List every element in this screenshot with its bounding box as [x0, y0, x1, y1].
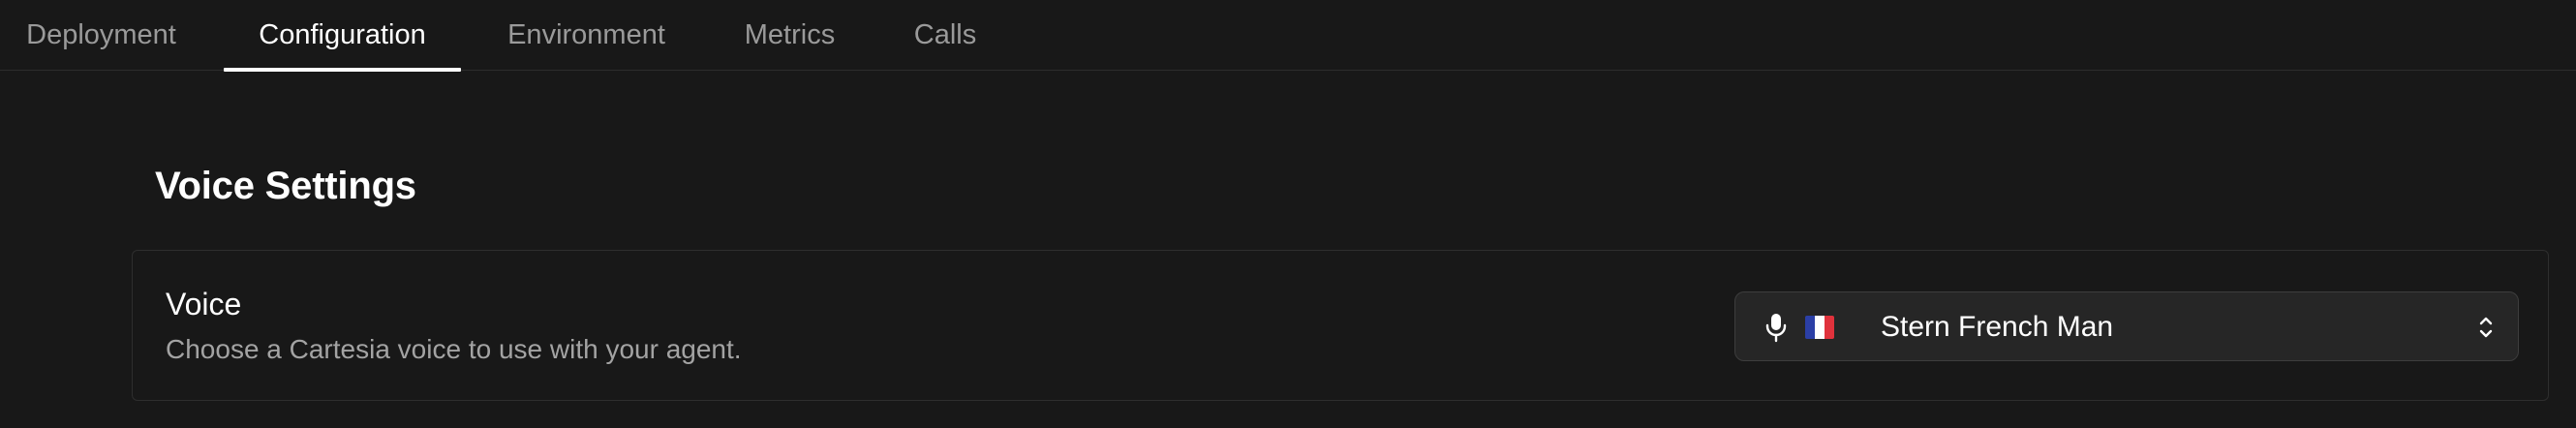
page: Deployment Configuration Environment Met… — [0, 0, 2576, 428]
france-flag-icon — [1805, 316, 1834, 339]
voice-field-label: Voice — [166, 287, 242, 321]
section-title: Voice Settings — [155, 165, 416, 207]
tab-metrics[interactable]: Metrics — [721, 0, 858, 71]
microphone-icon — [1764, 312, 1788, 343]
tab-bar: Deployment Configuration Environment Met… — [0, 0, 2576, 72]
voice-select-value: Stern French Man — [1881, 311, 2114, 343]
tab-environment[interactable]: Environment — [478, 0, 694, 71]
tab-configuration[interactable]: Configuration — [224, 0, 461, 72]
voice-setting-card: Voice Choose a Cartesia voice to use wit… — [132, 250, 2549, 401]
chevron-up-down-icon — [2477, 314, 2495, 341]
tab-calls[interactable]: Calls — [894, 0, 997, 71]
voice-select[interactable]: Stern French Man — [1734, 291, 2519, 361]
tab-deployment[interactable]: Deployment — [0, 0, 202, 71]
voice-field-description: Choose a Cartesia voice to use with your… — [166, 334, 742, 364]
